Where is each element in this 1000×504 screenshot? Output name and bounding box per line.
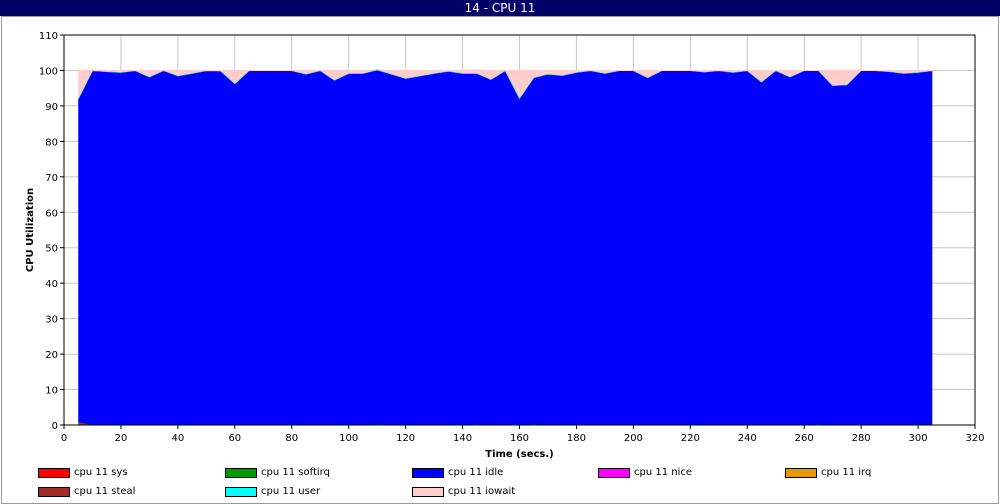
legend-swatch: [38, 487, 70, 497]
legend-label: cpu 11 user: [261, 486, 321, 497]
x-tick-label: 280: [852, 433, 871, 444]
y-tick-label: 80: [45, 137, 58, 148]
x-tick-label: 140: [453, 433, 472, 444]
x-tick-label: 0: [61, 433, 67, 444]
cpu-utilization-chart: 0 20 40 60 80 100 120 140 160 180 200 220 240 260 280 3…: [25, 31, 985, 460]
legend-swatch: [225, 468, 257, 478]
legend-swatch: [412, 468, 444, 478]
x-tick-label: 80: [285, 433, 298, 444]
legend-label: cpu 11 steal: [74, 486, 136, 497]
x-tick-label: 200: [624, 433, 643, 444]
x-tick-label: 240: [738, 433, 757, 444]
y-tick-label: 10: [45, 386, 58, 397]
x-tick-label: 160: [510, 433, 529, 444]
legend-label: cpu 11 iowait: [448, 486, 516, 497]
legend-label: cpu 11 softirq: [261, 467, 330, 478]
x-tick-label: 100: [339, 433, 358, 444]
legend-swatch: [225, 487, 257, 497]
y-tick-label: 90: [45, 102, 58, 113]
x-tick-label: 40: [172, 433, 185, 444]
y-tick-label: 20: [45, 350, 58, 361]
y-axis-label: CPU Utilization: [25, 188, 36, 272]
x-tick-label: 180: [567, 433, 586, 444]
legend-label: cpu 11 sys: [74, 467, 128, 478]
y-tick-label: 30: [45, 315, 58, 326]
y-tick-label: 0: [52, 421, 58, 432]
x-tick-label: 260: [795, 433, 814, 444]
x-tick-label: 120: [396, 433, 415, 444]
series-area-cpu-11-idle: [78, 69, 933, 425]
x-tick-label: 20: [115, 433, 128, 444]
legend-swatch: [412, 487, 444, 497]
legend-label: cpu 11 irq: [821, 467, 872, 478]
y-tick-label: 40: [45, 279, 58, 290]
legend-label: cpu 11 idle: [448, 467, 504, 478]
x-tick-label: 320: [965, 433, 984, 444]
legend-swatch: [785, 468, 817, 478]
y-tick-label: 60: [45, 208, 58, 219]
legend-label: cpu 11 nice: [634, 467, 693, 478]
x-tick-label: 220: [681, 433, 700, 444]
x-axis-label: Time (secs.): [485, 449, 554, 460]
legend-swatch: [598, 468, 630, 478]
y-tick-label: 50: [45, 244, 58, 255]
x-tick-label: 60: [228, 433, 241, 444]
y-tick-label: 100: [39, 66, 58, 77]
x-tick-label: 300: [909, 433, 928, 444]
y-tick-label: 70: [45, 173, 58, 184]
legend-swatch: [38, 468, 70, 478]
y-tick-label: 110: [39, 31, 58, 42]
